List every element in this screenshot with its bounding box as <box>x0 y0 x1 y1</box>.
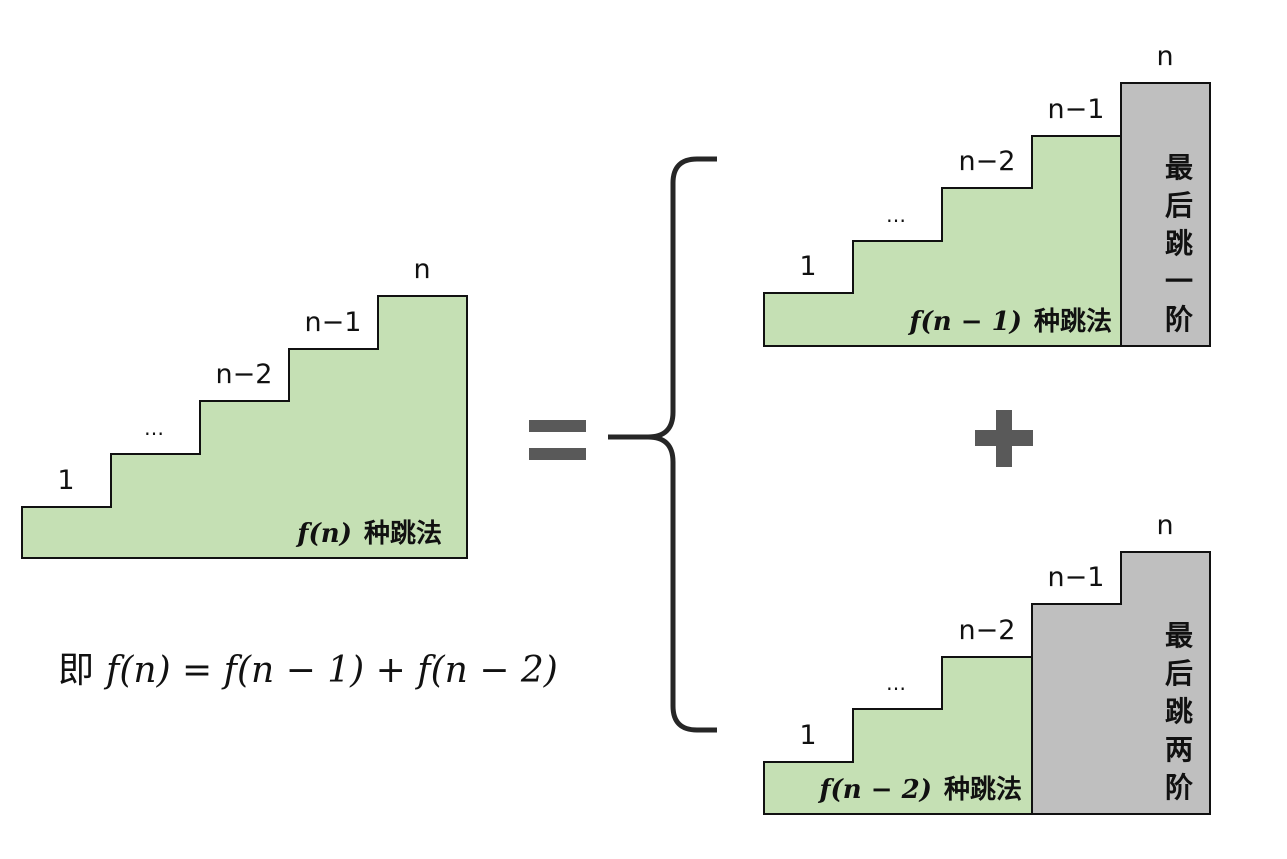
top-last-step-text: 最 后 跳 一 阶 <box>1165 151 1193 336</box>
left-caption: f(n) 种跳法 <box>295 519 442 549</box>
bottom-step-label-dots: … <box>886 671 908 695</box>
left-step-label-n-1: n−1 <box>305 307 362 338</box>
bottom-step-label-n-1: n−1 <box>1048 562 1105 593</box>
top-last-char-1: 最 <box>1165 151 1193 184</box>
bottom-step-label-n: n <box>1156 510 1173 541</box>
bottom-right-staircase: 1 … n−2 n−1 n f(n − 2) 种跳法 最 后 跳 两 阶 <box>763 510 1211 815</box>
bottom-last-char-2: 后 <box>1165 657 1193 690</box>
top-last-char-5: 阶 <box>1165 303 1193 336</box>
top-last-char-4: 一 <box>1165 265 1193 298</box>
top-step-label-1: 1 <box>799 251 816 282</box>
formula-prefix: 即 <box>58 650 94 691</box>
top-caption: f(n − 1) 种跳法 <box>907 307 1112 337</box>
left-staircase: 1 … n−2 n−1 n f(n) 种跳法 <box>21 254 468 559</box>
bottom-caption-text: 种跳法 <box>944 775 1022 805</box>
bottom-last-step-text: 最 后 跳 两 阶 <box>1165 619 1193 804</box>
left-curly-brace <box>608 156 717 733</box>
bottom-last-char-5: 阶 <box>1165 771 1193 804</box>
formula-expression: f(n) = f(n − 1) + f(n − 2) <box>103 650 558 691</box>
top-right-staircase: 1 … n−2 n−1 n f(n − 1) 种跳法 最 后 跳 一 阶 <box>763 41 1211 347</box>
left-caption-text: 种跳法 <box>364 519 442 549</box>
bottom-step-label-1: 1 <box>799 720 816 751</box>
plus-sign <box>975 410 1033 467</box>
diagram-stage: 1 … n−2 n−1 n f(n) 种跳法 1 … n−2 n−1 n f(n… <box>0 0 1287 859</box>
top-step-label-n-1: n−1 <box>1048 94 1105 125</box>
top-step-label-n: n <box>1156 41 1173 72</box>
recurrence-formula: 即 f(n) = f(n − 1) + f(n − 2) <box>58 650 558 691</box>
top-step-label-n-2: n−2 <box>959 146 1016 177</box>
top-last-char-2: 后 <box>1165 189 1193 222</box>
bottom-last-char-1: 最 <box>1165 619 1193 652</box>
top-caption-text: 种跳法 <box>1034 307 1112 337</box>
top-last-char-3: 跳 <box>1165 227 1193 260</box>
bottom-caption-fx: f(n − 2) <box>817 775 932 805</box>
top-step-label-dots: … <box>886 203 908 227</box>
top-caption-fx: f(n − 1) <box>907 307 1022 337</box>
equals-sign <box>529 420 586 460</box>
left-step-label-n: n <box>413 254 430 285</box>
left-step-label-dots: … <box>144 416 166 440</box>
staircase-diagram: 1 … n−2 n−1 n f(n) 种跳法 1 … n−2 n−1 n f(n… <box>21 41 1211 815</box>
bottom-last-char-3: 跳 <box>1165 695 1193 728</box>
bottom-caption: f(n − 2) 种跳法 <box>817 775 1022 805</box>
left-step-label-1: 1 <box>57 465 74 496</box>
bottom-last-char-4: 两 <box>1165 733 1193 766</box>
bottom-step-label-n-2: n−2 <box>959 615 1016 646</box>
left-caption-fx: f(n) <box>295 519 352 549</box>
left-step-label-n-2: n−2 <box>216 359 273 390</box>
